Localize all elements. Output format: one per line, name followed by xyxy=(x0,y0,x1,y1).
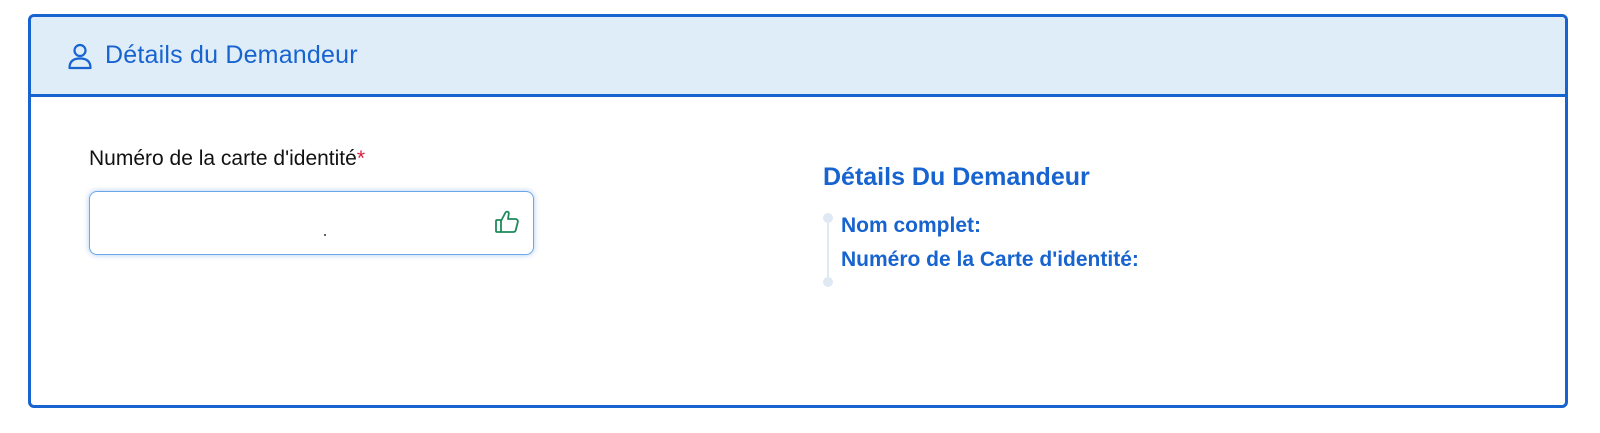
timeline-dot-top xyxy=(823,213,833,223)
id-card-number-detail-label: Numéro de la Carte d'identité: xyxy=(841,248,1139,271)
id-card-number-field-wrapper xyxy=(89,191,534,255)
timeline-dot-bottom xyxy=(823,277,833,287)
thumbs-up-icon xyxy=(493,208,521,236)
text-cursor xyxy=(324,234,326,236)
card-header: Détails du Demandeur xyxy=(31,17,1565,97)
required-asterisk: * xyxy=(356,147,366,170)
id-card-number-label: Numéro de la carte d'identité* xyxy=(89,147,365,171)
details-timeline xyxy=(823,213,833,287)
applicant-details-card: Détails du Demandeur Numéro de la carte … xyxy=(28,14,1568,408)
id-card-number-label-text: Numéro de la carte d'identité xyxy=(89,147,357,170)
user-icon xyxy=(65,41,95,71)
timeline-line xyxy=(827,217,829,283)
card-body: Numéro de la carte d'identité* Détails D… xyxy=(31,97,1565,405)
card-title: Détails du Demandeur xyxy=(105,41,358,69)
id-card-number-input[interactable] xyxy=(90,192,502,252)
full-name-label: Nom complet: xyxy=(841,214,982,237)
applicant-details-title: Détails Du Demandeur xyxy=(823,163,1090,191)
